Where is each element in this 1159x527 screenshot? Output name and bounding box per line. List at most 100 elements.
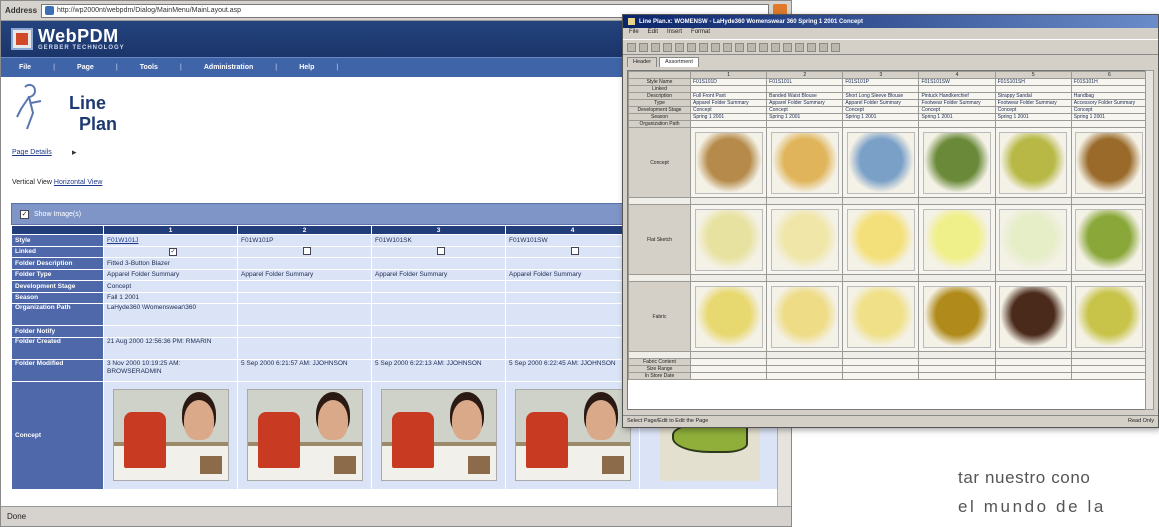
- product-thumbnail[interactable]: [846, 131, 915, 194]
- grid-cell[interactable]: F01S101SW: [918, 78, 996, 86]
- grid-cell[interactable]: [1070, 365, 1146, 373]
- grid-cell[interactable]: [994, 85, 1072, 93]
- toolbar-button[interactable]: [675, 42, 684, 52]
- product-thumbnail[interactable]: [694, 285, 763, 348]
- grid-cell[interactable]: [1070, 120, 1146, 128]
- menu-administration[interactable]: Administration: [204, 64, 253, 71]
- arrow-right-icon[interactable]: ▸: [72, 147, 77, 158]
- grid-cell[interactable]: Handbag: [1070, 92, 1146, 100]
- grid-cell[interactable]: [918, 372, 996, 380]
- linked-checkbox[interactable]: [571, 246, 579, 255]
- grid-cell[interactable]: [842, 372, 920, 380]
- concept-image[interactable]: [514, 389, 631, 481]
- toolbar-button[interactable]: [627, 42, 636, 52]
- grid-cell[interactable]: [766, 85, 844, 93]
- grid-cell[interactable]: Spring 1 2001: [994, 113, 1072, 121]
- grid-cell[interactable]: Concept: [766, 106, 844, 114]
- grid-cell[interactable]: [842, 85, 920, 93]
- style-link[interactable]: F01W101J: [103, 234, 238, 247]
- concept-image[interactable]: [246, 389, 363, 481]
- toolbar-button[interactable]: [711, 42, 720, 52]
- grid-cell[interactable]: [766, 358, 844, 366]
- grid-cell[interactable]: Apparel Folder Summary: [689, 99, 768, 107]
- grid-cell[interactable]: [994, 358, 1072, 366]
- grid-cell[interactable]: [689, 372, 768, 380]
- grid-cell[interactable]: F01S101P: [842, 78, 920, 86]
- grid-cell[interactable]: Concept: [918, 106, 996, 114]
- tab-header[interactable]: Header: [627, 57, 658, 67]
- grid-cell[interactable]: F01S101D: [689, 78, 768, 86]
- grid-cell[interactable]: Banded Waist Blouse: [766, 92, 844, 100]
- menu-help[interactable]: Help: [299, 64, 314, 71]
- toolbar-button[interactable]: [807, 42, 816, 52]
- product-thumbnail[interactable]: [999, 285, 1068, 348]
- concept-image[interactable]: [112, 389, 229, 481]
- app-menu-edit[interactable]: Edit: [648, 29, 658, 38]
- grid-cell[interactable]: Concept: [994, 106, 1072, 114]
- grid-cell[interactable]: [918, 358, 996, 366]
- product-thumbnail[interactable]: [694, 131, 763, 194]
- grid-cell[interactable]: [1070, 85, 1146, 93]
- page-details-link[interactable]: Page Details: [12, 149, 52, 156]
- grid-cell[interactable]: [1070, 358, 1146, 366]
- grid-cell[interactable]: Full Front Pant: [689, 92, 768, 100]
- product-thumbnail[interactable]: [846, 285, 915, 348]
- product-thumbnail[interactable]: [923, 285, 992, 348]
- grid-cell[interactable]: Spring 1 2001: [766, 113, 844, 121]
- product-thumbnail[interactable]: [1075, 131, 1144, 194]
- product-thumbnail[interactable]: [694, 208, 763, 271]
- toolbar-button[interactable]: [723, 42, 732, 52]
- grid-cell[interactable]: F01S101H: [1070, 78, 1146, 86]
- app-menu-format[interactable]: Format: [691, 29, 710, 38]
- grid-cell[interactable]: [842, 358, 920, 366]
- grid-cell[interactable]: Concept: [842, 106, 920, 114]
- grid-cell[interactable]: Spring 1 2001: [689, 113, 768, 121]
- toolbar-button[interactable]: [663, 42, 672, 52]
- grid-cell[interactable]: [918, 85, 996, 93]
- grid-cell[interactable]: [918, 365, 996, 373]
- grid-cell[interactable]: [994, 365, 1072, 373]
- grid-cell[interactable]: Pintuck Handkerchief: [918, 92, 996, 100]
- grid-cell[interactable]: Footwear Folder Summary: [994, 99, 1072, 107]
- tab-assortment[interactable]: Assortment: [659, 57, 699, 67]
- grid-cell[interactable]: Apparel Folder Summary: [842, 99, 920, 107]
- grid-cell[interactable]: [766, 365, 844, 373]
- grid-cell[interactable]: [994, 120, 1072, 128]
- grid-cell[interactable]: [994, 372, 1072, 380]
- show-images-checkbox[interactable]: ✓: [20, 209, 29, 219]
- toolbar-button[interactable]: [699, 42, 708, 52]
- menu-page[interactable]: Page: [77, 64, 94, 71]
- product-thumbnail[interactable]: [923, 208, 992, 271]
- grid-cell[interactable]: F01S101SH: [994, 78, 1072, 86]
- grid-cell[interactable]: Concept: [689, 106, 768, 114]
- toolbar-button[interactable]: [831, 42, 840, 52]
- grid-cell[interactable]: Spring 1 2001: [842, 113, 920, 121]
- toolbar-button[interactable]: [735, 42, 744, 52]
- grid-cell[interactable]: Strappy Sandal: [994, 92, 1072, 100]
- toolbar-button[interactable]: [819, 42, 828, 52]
- toolbar-button[interactable]: [783, 42, 792, 52]
- grid-cell[interactable]: Footwear Folder Summary: [918, 99, 996, 107]
- grid-scrollbar[interactable]: [1145, 70, 1154, 410]
- product-thumbnail[interactable]: [770, 208, 839, 271]
- grid-cell[interactable]: [689, 85, 768, 93]
- grid-cell[interactable]: Spring 1 2001: [918, 113, 996, 121]
- product-thumbnail[interactable]: [999, 208, 1068, 271]
- menu-tools[interactable]: Tools: [140, 64, 158, 71]
- grid-cell[interactable]: [1070, 372, 1146, 380]
- product-thumbnail[interactable]: [1075, 208, 1144, 271]
- product-thumbnail[interactable]: [1075, 285, 1144, 348]
- product-thumbnail[interactable]: [770, 285, 839, 348]
- grid-cell[interactable]: F01S101L: [766, 78, 844, 86]
- toolbar-button[interactable]: [771, 42, 780, 52]
- grid-cell[interactable]: [766, 372, 844, 380]
- app-menu-file[interactable]: File: [629, 29, 639, 38]
- grid-cell[interactable]: Short Long Sleeve Blouse: [842, 92, 920, 100]
- toolbar-button[interactable]: [759, 42, 768, 52]
- product-thumbnail[interactable]: [923, 131, 992, 194]
- menu-file[interactable]: File: [19, 64, 31, 71]
- linked-checkbox[interactable]: [303, 246, 311, 255]
- grid-cell[interactable]: [842, 365, 920, 373]
- grid-cell[interactable]: [842, 120, 920, 128]
- grid-cell[interactable]: [689, 365, 768, 373]
